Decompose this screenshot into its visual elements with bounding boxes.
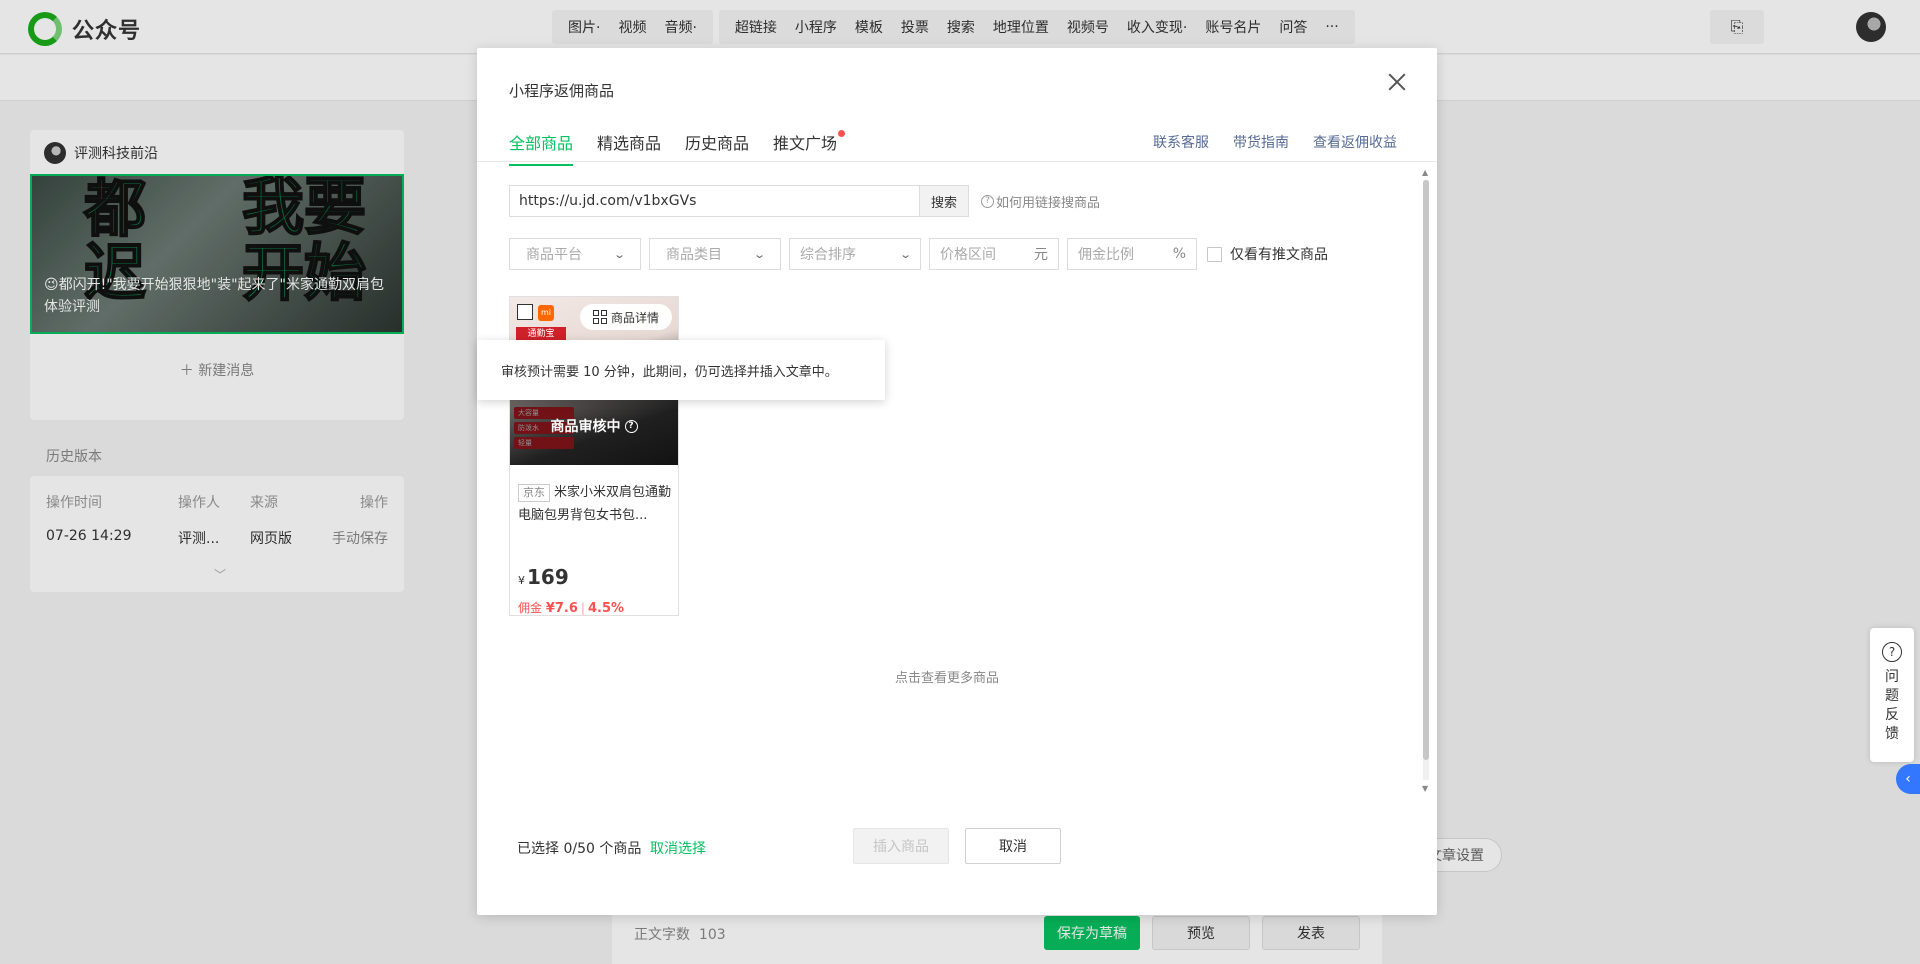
platform-select[interactable]: 商品平台 ⌄ [509, 238, 641, 270]
rate-unit: % [1172, 246, 1186, 262]
filter-row: 商品平台 ⌄ 商品类目 ⌄ 综合排序 ⌄ 价格区间 元 佣金比例% 仅看有推文商品 [509, 238, 1328, 270]
category-select[interactable]: 商品类目 ⌄ [649, 238, 781, 270]
tabs-divider [477, 161, 1437, 162]
product-name: 京东 米家小米双肩包通勤电脑包男背包女书包... [518, 481, 674, 527]
sales-guide-link[interactable]: 带货指南 [1233, 132, 1289, 152]
contact-support-link[interactable]: 联系客服 [1153, 132, 1209, 152]
only-article-label: 仅看有推文商品 [1230, 247, 1328, 263]
checkbox[interactable] [1207, 246, 1222, 262]
qrcode-icon [592, 310, 607, 324]
feedback-button[interactable]: ? 问题反馈 [1870, 628, 1914, 762]
sort-placeholder: 综合排序 [800, 247, 856, 263]
price-placeholder: 价格区间 [940, 247, 996, 263]
scroll-up-icon[interactable]: ▲ [1422, 168, 1428, 177]
question-icon[interactable]: ? [624, 419, 638, 433]
scroll-down-icon[interactable]: ▼ [1422, 784, 1428, 793]
notification-dot [838, 130, 846, 137]
price-range-input[interactable]: 价格区间 元 [929, 238, 1059, 270]
insert-product-button[interactable]: 插入商品 [853, 828, 949, 864]
commission-info: 佣金 ¥7.6 | 4.5% [518, 601, 625, 616]
question-icon: ? [1882, 642, 1902, 662]
product-detail-label: 商品详情 [610, 310, 659, 325]
chevron-down-icon: ⌄ [898, 247, 912, 261]
image-banner: 通勤宝 [516, 327, 566, 341]
only-article-checkbox[interactable]: 仅看有推文商品 [1207, 244, 1328, 264]
chevron-down-icon: ⌄ [752, 247, 766, 261]
cancel-button[interactable]: 取消 [965, 828, 1061, 864]
cancel-selection-link[interactable]: 取消选择 [650, 838, 706, 858]
scrollbar[interactable]: ▲ ▼ [1419, 164, 1433, 796]
price-value: 169 [527, 565, 569, 589]
modal-title: 小程序返佣商品 [509, 82, 615, 100]
product-price: ¥169 [518, 565, 569, 589]
help-label: 如何用链接搜商品 [996, 195, 1101, 211]
review-tooltip: 审核预计需要 10 分钟，此期间，仍可选择并插入文章中。 [477, 340, 885, 400]
scrollbar-thumb[interactable] [1423, 180, 1429, 760]
view-earnings-link[interactable]: 查看返佣收益 [1313, 132, 1397, 152]
category-placeholder: 商品类目 [666, 247, 722, 263]
close-icon[interactable] [1385, 70, 1409, 94]
commission-amount: ¥7.6 [545, 601, 578, 616]
platform-placeholder: 商品平台 [526, 247, 582, 263]
product-detail-button[interactable]: 商品详情 [580, 304, 672, 330]
link-search-help[interactable]: ? 如何用链接搜商品 [981, 192, 1100, 211]
selected-count: 已选择 0/50 个商品 [517, 841, 642, 857]
chevron-left-icon[interactable]: ‹ [1896, 764, 1920, 794]
mi-logo-icon: mi [538, 305, 554, 321]
commission-rate-input[interactable]: 佣金比例% [1067, 238, 1197, 270]
chevron-down-icon: ⌄ [612, 247, 626, 261]
price-unit: 元 [1034, 247, 1048, 263]
search-button[interactable]: 搜索 [919, 185, 969, 217]
link-search-input[interactable] [509, 185, 919, 217]
feedback-label: 问题反馈 [1885, 669, 1899, 742]
product-checkbox[interactable] [517, 304, 533, 320]
commission-label: 佣金 [518, 601, 543, 615]
review-status: 商品审核中 [550, 419, 621, 435]
sort-select[interactable]: 综合排序 ⌄ [789, 238, 921, 270]
rate-placeholder: 佣金比例 [1078, 247, 1134, 263]
commission-product-modal: 小程序返佣商品 全部商品 精选商品 历史商品 推文广场 联系客服 带货指南 查看… [477, 48, 1437, 915]
modal-footer: 已选择 0/50 个商品 取消选择 插入商品 取消 [477, 828, 1437, 868]
modal-links: 联系客服 带货指南 查看返佣收益 [1153, 132, 1397, 152]
question-icon: ? [981, 194, 994, 208]
commission-rate: 4.5% [587, 601, 625, 616]
currency: ¥ [518, 574, 525, 587]
search-row: 搜索 ?如何用链接搜商品 [509, 185, 1100, 217]
platform-badge: 京东 [518, 484, 550, 502]
tab-label: 推文广场 [773, 134, 838, 153]
load-more-link[interactable]: 点击查看更多商品 [477, 667, 1417, 686]
